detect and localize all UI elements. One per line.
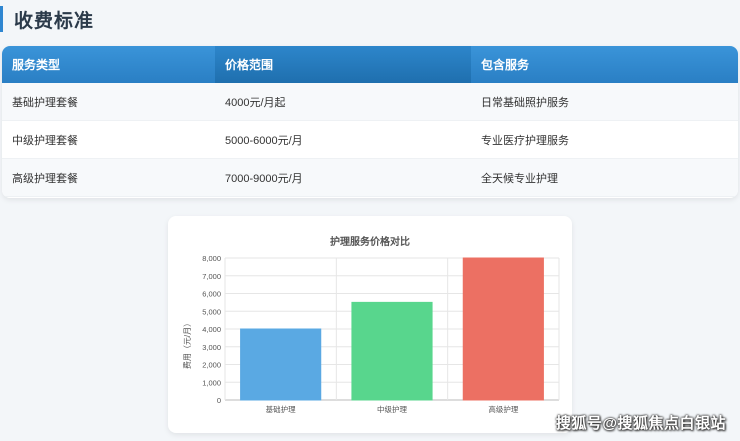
section-header: 收费标准: [0, 4, 94, 34]
header-included-services: 包含服务: [481, 58, 530, 72]
chart-title: 护理服务价格对比: [330, 235, 410, 248]
price-chart-card: 护理服务价格对比 费用（元/月） 0 1,000 2,000 3,000 4,000 5,…: [168, 216, 572, 433]
cell-service-type: 中级护理套餐: [12, 134, 78, 147]
y-tick-label: 4,000: [202, 325, 221, 334]
y-tick-label: 2,000: [202, 361, 221, 370]
bar: [462, 257, 544, 401]
x-tick-label: 高级护理: [488, 404, 518, 414]
y-tick-label: 3,000: [202, 343, 221, 352]
page-title: 收费标准: [14, 10, 95, 32]
y-tick-label: 7,000: [202, 272, 221, 281]
cell-price-range: 4000元/月起: [225, 96, 286, 109]
table-body: 基础护理套餐 4000元/月起 日常基础照护服务 中级护理套餐 5000-600…: [2, 83, 738, 197]
bar: [351, 301, 433, 401]
table-header: 服务类型 价格范围 包含服务: [2, 46, 738, 83]
cell-included-services: 日常基础照护服务: [481, 96, 569, 109]
cell-service-type: 基础护理套餐: [12, 96, 78, 109]
title-accent-bar: [0, 6, 3, 32]
price-bar-chart: 护理服务价格对比 费用（元/月） 0 1,000 2,000 3,000 4,000 5,…: [182, 235, 560, 414]
y-tick-label: 0: [217, 396, 221, 405]
y-tick-label: 5,000: [202, 307, 221, 316]
pricing-table: 服务类型 价格范围 包含服务 基础护理套餐 4000元/月起 日常基础照护服务 …: [2, 46, 738, 198]
cell-service-type: 高级护理套餐: [12, 172, 78, 185]
table-row: 基础护理套餐 4000元/月起 日常基础照护服务: [2, 83, 738, 121]
header-service-type: 服务类型: [12, 58, 61, 72]
y-tick-label: 6,000: [202, 290, 221, 299]
watermark: 搜狐号@搜狐焦点白银站: [555, 415, 726, 432]
table-row: 中级护理套餐 5000-6000元/月 专业医疗护理服务: [2, 121, 738, 159]
x-tick-label: 基础护理: [266, 404, 296, 414]
y-tick-label: 8,000: [202, 254, 221, 263]
cell-price-range: 5000-6000元/月: [225, 134, 303, 147]
cell-price-range: 7000-9000元/月: [225, 172, 303, 185]
y-axis-label: 费用（元/月）: [182, 319, 192, 369]
bar: [240, 328, 322, 401]
table-row: 高级护理套餐 7000-9000元/月 全天候专业护理: [2, 159, 738, 197]
x-tick-label: 中级护理: [377, 404, 407, 414]
y-tick-label: 1,000: [202, 378, 221, 387]
cell-included-services: 全天候专业护理: [481, 172, 558, 185]
cell-included-services: 专业医疗护理服务: [481, 134, 569, 147]
chart-bars: [240, 257, 544, 401]
header-price-range: 价格范围: [215, 46, 471, 83]
